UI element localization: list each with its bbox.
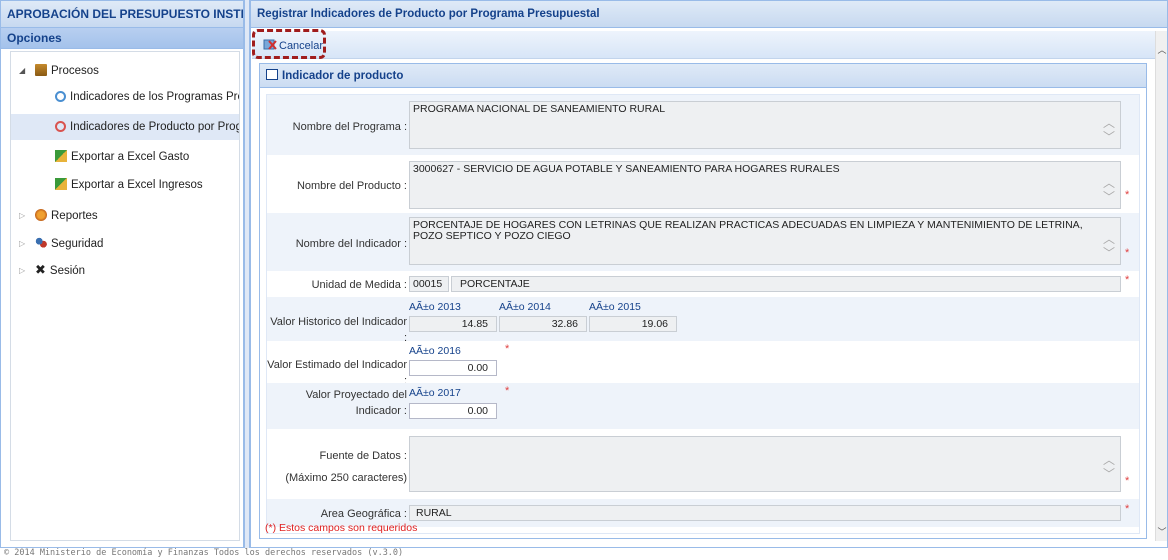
form-row-programa: Nombre del Programa : PROGRAMA NACIONAL … <box>267 95 1139 155</box>
textarea-scroll-arrows-icon[interactable]: ︿ ﹀ <box>1103 116 1115 144</box>
proyectado-value-field[interactable]: 0.00 <box>409 403 497 419</box>
indicador-textarea[interactable]: PORCENTAJE DE HOGARES CON LETRINAS QUE R… <box>409 217 1121 265</box>
programa-value: PROGRAMA NACIONAL DE SANEAMIENTO RURAL <box>413 103 666 115</box>
area-field[interactable]: RURAL <box>409 505 1121 521</box>
options-header: Opciones <box>1 28 243 49</box>
tree-label-seguridad: Seguridad <box>51 238 104 250</box>
form-row-unidad: Unidad de Medida : 00015 PORCENTAJE * <box>267 271 1139 297</box>
options-panel: APROBACIÓN DEL PRESUPUESTO INSTITUCIONA … <box>0 0 244 548</box>
fuente-textarea[interactable]: ︿ ﹀ <box>409 436 1121 492</box>
form-row-proyectado: Valor Proyectado del Indicador : AÃ±o 20… <box>267 383 1139 429</box>
proyectado-year: AÃ±o 2017 <box>409 387 461 399</box>
copyright-footer: © 2014 Ministerio de Economía y Finanzas… <box>4 548 404 558</box>
tree-node-reportes[interactable]: ▷ Reportes <box>17 205 237 227</box>
estimado-value-field[interactable]: 0.00 <box>409 360 497 376</box>
fuente-label-line1: Fuente de Datos : <box>319 450 407 462</box>
chevron-up-icon[interactable]: ︿ <box>1156 43 1168 57</box>
excel-icon <box>55 178 67 190</box>
excel-icon <box>55 150 67 162</box>
info-icon <box>55 91 66 102</box>
area-label: Area Geográfica : <box>320 508 407 520</box>
tree-node-sesion[interactable]: ▷ ✖ Sesión <box>17 260 237 282</box>
tree-label-sesion: Sesión <box>49 265 86 277</box>
required-fields-note: (*) Estos campos son requeridos <box>265 522 418 534</box>
form-row-fuente: Fuente de Datos : (Máximo 250 caracteres… <box>267 429 1139 499</box>
historico-value-3[interactable]: 19.06 <box>589 316 677 332</box>
historico-value-2[interactable]: 32.86 <box>499 316 587 332</box>
tree-item-exportar-gasto[interactable]: Exportar a Excel Gasto <box>11 146 239 168</box>
alert-icon <box>55 121 66 132</box>
form-row-producto: Nombre del Producto : 3000627 - SERVICIO… <box>267 155 1139 213</box>
required-mark: * <box>1125 503 1130 515</box>
required-mark: * <box>505 385 510 397</box>
tools-icon: ✖ <box>35 262 46 277</box>
indicador-value: PORCENTAJE DE HOGARES CON LETRINAS QUE R… <box>413 219 1083 242</box>
chevron-down-icon[interactable]: ﹀ <box>1156 525 1168 539</box>
historico-year-2: AÃ±o 2014 <box>499 301 551 313</box>
users-icon <box>35 237 47 249</box>
indicator-form: Nombre del Programa : PROGRAMA NACIONAL … <box>266 94 1140 534</box>
fuente-label: Fuente de Datos : (Máximo 250 caracteres… <box>267 445 407 489</box>
fuente-label-line2: (Máximo 250 caracteres) <box>285 472 407 484</box>
tree-item-exportar-ingresos[interactable]: Exportar a Excel Ingresos <box>11 174 239 196</box>
textarea-scroll-arrows-icon[interactable]: ︿ ﹀ <box>1103 176 1115 204</box>
tree-node-seguridad[interactable]: ▷ Seguridad <box>17 233 237 255</box>
historico-year-3: AÃ±o 2015 <box>589 301 641 313</box>
required-mark: * <box>1125 247 1130 259</box>
tree-item-indicadores-programas[interactable]: Indicadores de los Programas Presupue <box>11 86 239 108</box>
fieldset-title: Indicador de producto <box>282 70 404 82</box>
required-mark: * <box>1125 274 1130 286</box>
tree-label-indicadores-programas: Indicadores de los Programas Presupue <box>70 91 239 103</box>
programa-label: Nombre del Programa : <box>292 121 407 133</box>
reports-icon <box>35 209 47 221</box>
required-mark: * <box>1125 189 1130 201</box>
producto-textarea[interactable]: 3000627 - SERVICIO DE AGUA POTABLE Y SAN… <box>409 161 1121 209</box>
producto-value: 3000627 - SERVICIO DE AGUA POTABLE Y SAN… <box>413 163 840 175</box>
indicador-fieldset: Indicador de producto Nombre del Program… <box>259 63 1147 539</box>
page-title: Registrar Indicadores de Producto por Pr… <box>251 1 1167 28</box>
textarea-scroll-arrows-icon[interactable]: ︿ ﹀ <box>1103 453 1115 481</box>
collapse-checkbox-icon[interactable] <box>266 69 278 80</box>
form-row-indicador: Nombre del Indicador : PORCENTAJE DE HOG… <box>267 213 1139 271</box>
app-title: APROBACIÓN DEL PRESUPUESTO INSTITUCIONA <box>1 1 243 28</box>
historico-year-1: AÃ±o 2013 <box>409 301 461 313</box>
required-mark: * <box>1125 475 1130 487</box>
tree-item-indicadores-producto[interactable]: Indicadores de Producto por Programa <box>11 114 239 140</box>
collapse-caret-icon[interactable]: ◢ <box>19 60 25 82</box>
unidad-code-field[interactable]: 00015 <box>409 276 449 292</box>
cancel-highlight-annotation <box>252 29 326 59</box>
tree-label-indicadores-producto: Indicadores de Producto por Programa <box>70 121 239 133</box>
fieldset-header[interactable]: Indicador de producto <box>260 64 1146 88</box>
form-row-estimado: Valor Estimado del Indicador : AÃ±o 2016… <box>267 341 1139 387</box>
tree-label-reportes: Reportes <box>51 210 98 222</box>
tree-node-procesos[interactable]: ◢ Procesos <box>17 60 237 82</box>
form-row-historico: Valor Historico del Indicador : AÃ±o 201… <box>267 297 1139 344</box>
options-tree: ◢ Procesos Indicadores de los Programas … <box>10 51 240 541</box>
proyectado-label-line1: Valor Proyectado del <box>305 389 407 401</box>
unidad-name-field[interactable]: PORCENTAJE <box>451 276 1121 292</box>
main-panel: Registrar Indicadores de Producto por Pr… <box>250 0 1168 548</box>
vertical-scrollbar[interactable]: ︿ ﹀ <box>1155 31 1167 541</box>
folder-icon <box>35 64 47 76</box>
tree-label-exportar-gasto: Exportar a Excel Gasto <box>71 151 190 163</box>
required-mark: * <box>505 343 510 355</box>
historico-value-1[interactable]: 14.85 <box>409 316 497 332</box>
indicador-label: Nombre del Indicador : <box>295 238 407 250</box>
unidad-label: Unidad de Medida : <box>311 279 407 291</box>
textarea-scroll-arrows-icon[interactable]: ︿ ﹀ <box>1103 232 1115 260</box>
toolbar: Cancelar <box>252 29 1158 59</box>
producto-label: Nombre del Producto : <box>296 180 407 192</box>
programa-textarea[interactable]: PROGRAMA NACIONAL DE SANEAMIENTO RURAL ︿… <box>409 101 1121 149</box>
tree-label-exportar-ingresos: Exportar a Excel Ingresos <box>71 179 203 191</box>
expand-caret-icon[interactable]: ▷ <box>19 260 25 282</box>
proyectado-label-line2: Indicador : <box>355 405 407 417</box>
proyectado-label: Valor Proyectado del Indicador : <box>267 387 407 419</box>
tree-label-procesos: Procesos <box>51 65 99 77</box>
estimado-year: AÃ±o 2016 <box>409 345 461 357</box>
expand-caret-icon[interactable]: ▷ <box>19 205 25 227</box>
expand-caret-icon[interactable]: ▷ <box>19 233 25 255</box>
